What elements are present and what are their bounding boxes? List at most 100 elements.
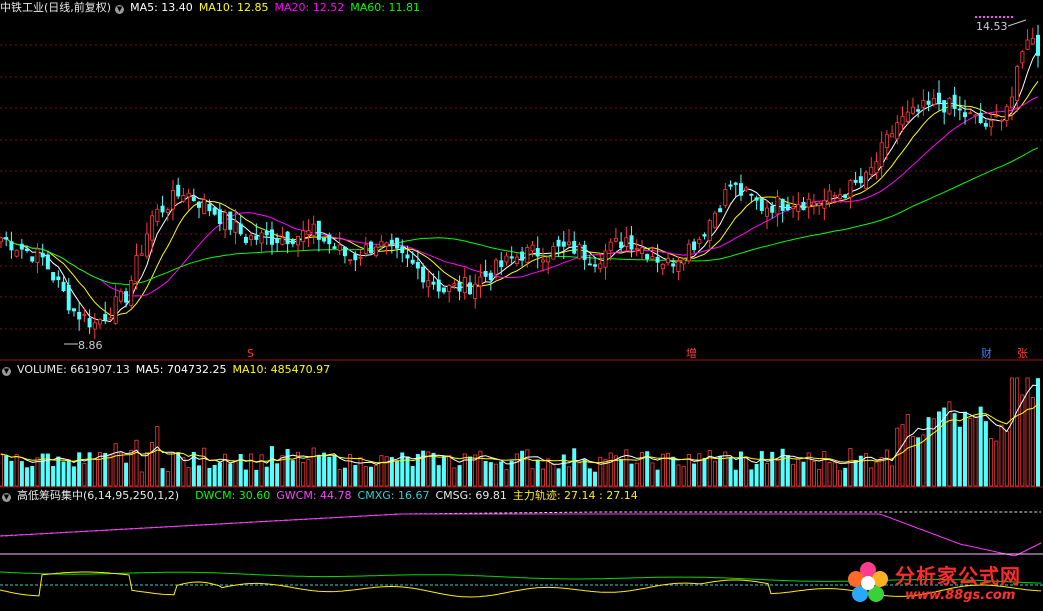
candle-body bbox=[30, 256, 35, 262]
volume-bar bbox=[697, 453, 702, 487]
candle bbox=[567, 229, 572, 248]
candle bbox=[306, 219, 311, 248]
volume-bar bbox=[994, 440, 999, 487]
header-dot bbox=[987, 16, 989, 18]
candle-body bbox=[389, 239, 394, 245]
candle-body bbox=[87, 318, 92, 328]
candle-body bbox=[645, 253, 650, 260]
candle bbox=[801, 197, 806, 211]
candle-body bbox=[535, 248, 540, 257]
candle bbox=[129, 275, 134, 309]
candle-body bbox=[415, 262, 420, 269]
candle-body bbox=[759, 198, 764, 211]
indicator-title: 高低筹码集中(6,14,95,250,1,2) bbox=[17, 489, 180, 502]
gwcm-line bbox=[0, 513, 1042, 557]
candle bbox=[301, 220, 306, 251]
candle-body bbox=[1025, 39, 1030, 50]
volume-bar bbox=[56, 456, 61, 487]
candle-body bbox=[150, 215, 155, 241]
candle bbox=[983, 119, 988, 130]
candle-body bbox=[405, 254, 410, 259]
candle-body bbox=[619, 241, 624, 249]
volume-bar bbox=[848, 448, 853, 487]
header-dot bbox=[995, 16, 997, 18]
candle bbox=[978, 103, 983, 125]
candle-body bbox=[681, 259, 686, 265]
volume-bar bbox=[905, 414, 910, 487]
candle-body bbox=[593, 264, 598, 267]
candle-body bbox=[874, 161, 879, 174]
candle-body bbox=[650, 256, 655, 260]
candle bbox=[243, 234, 248, 245]
candle-body bbox=[947, 97, 952, 115]
candle-body bbox=[51, 272, 56, 281]
candle-body bbox=[191, 196, 196, 202]
candle-body bbox=[363, 244, 368, 254]
candle-body bbox=[660, 263, 665, 270]
volume-bar bbox=[765, 463, 770, 487]
candle-body bbox=[4, 237, 9, 240]
price-ma10: MA10: 12.85 bbox=[198, 1, 269, 14]
candle-body bbox=[233, 221, 238, 233]
candle-body bbox=[744, 187, 749, 191]
candle-body bbox=[895, 122, 900, 140]
candle-body bbox=[92, 322, 97, 330]
indicator-zljj: 主力轨迹: 27.14 : 27.14 bbox=[512, 489, 638, 502]
candle-body bbox=[499, 260, 504, 268]
volume-bar bbox=[978, 406, 983, 487]
candle bbox=[160, 195, 165, 218]
candle bbox=[723, 183, 728, 209]
candle bbox=[353, 251, 358, 272]
candle-body bbox=[348, 259, 353, 262]
candle bbox=[98, 318, 103, 329]
candle bbox=[296, 235, 301, 258]
candle bbox=[947, 97, 952, 116]
volume-bar bbox=[900, 424, 905, 487]
candle-body bbox=[113, 296, 118, 324]
price-title: 中铁工业(日线,前复权) bbox=[0, 1, 112, 14]
candle-body bbox=[556, 239, 561, 247]
volume-bar bbox=[608, 452, 613, 487]
candle bbox=[71, 308, 76, 317]
candle bbox=[535, 236, 540, 269]
chevron-down-icon[interactable]: ▼ bbox=[115, 5, 125, 14]
volume-bar bbox=[702, 457, 707, 487]
candle-body bbox=[254, 235, 259, 240]
candle bbox=[1004, 103, 1009, 127]
chevron-down-icon[interactable]: ▼ bbox=[2, 367, 11, 376]
volume-bar bbox=[66, 459, 71, 487]
header-dot bbox=[1007, 16, 1009, 18]
volume-bar bbox=[728, 457, 733, 487]
candle bbox=[285, 230, 290, 254]
marker-s: S bbox=[247, 347, 254, 360]
candle-body bbox=[264, 230, 269, 236]
candle-body bbox=[217, 209, 222, 224]
volume-bar bbox=[749, 469, 754, 487]
candle bbox=[431, 273, 436, 290]
candle bbox=[853, 171, 858, 186]
volume-bar bbox=[488, 462, 493, 487]
volume-bar bbox=[598, 456, 603, 487]
candle-body bbox=[259, 232, 264, 244]
header-dot bbox=[975, 16, 977, 18]
candle bbox=[936, 80, 941, 112]
volume-bar bbox=[806, 452, 811, 487]
candle bbox=[342, 246, 347, 264]
flower-logo-icon bbox=[848, 562, 888, 602]
candle-body bbox=[207, 204, 212, 212]
candle-body bbox=[269, 229, 274, 245]
candle bbox=[322, 237, 327, 244]
candle bbox=[348, 259, 353, 265]
candle-body bbox=[165, 209, 170, 214]
volume-bar bbox=[395, 460, 400, 487]
candle-body bbox=[1036, 34, 1041, 56]
candle-body bbox=[561, 241, 566, 247]
volume-bar bbox=[1020, 394, 1025, 487]
volume-bar bbox=[890, 465, 895, 487]
volume-bar bbox=[113, 443, 118, 487]
chevron-down-icon[interactable]: ▼ bbox=[2, 493, 11, 502]
candle-body bbox=[785, 204, 790, 211]
candle-body bbox=[822, 199, 827, 209]
candle bbox=[744, 185, 749, 193]
candle-body bbox=[494, 259, 499, 275]
